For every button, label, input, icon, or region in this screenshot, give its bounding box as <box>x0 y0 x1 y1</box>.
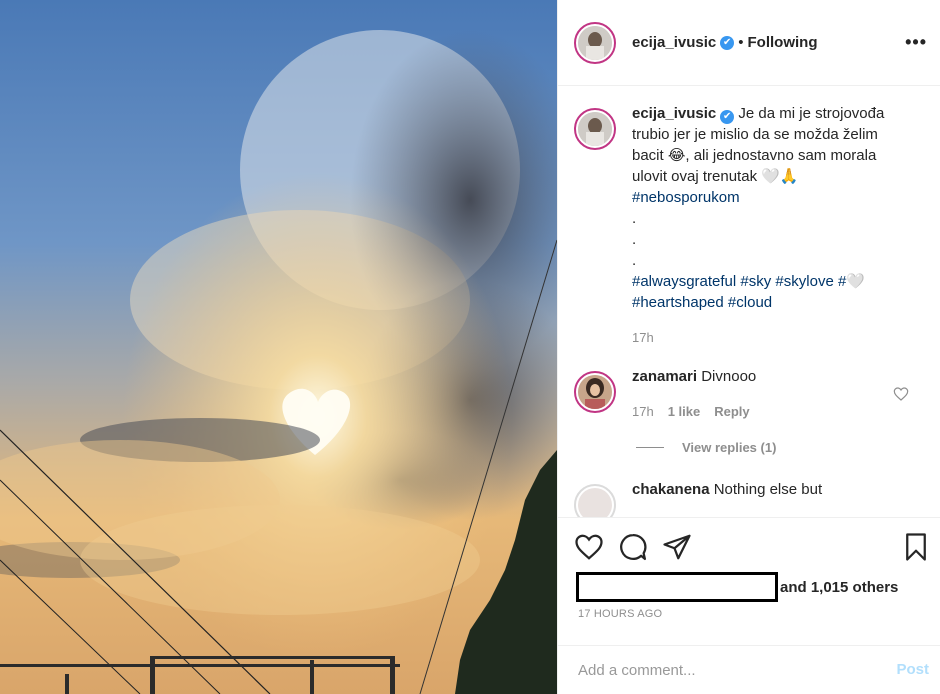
hashtag-link[interactable]: #cloud <box>728 294 772 311</box>
view-replies-button[interactable]: View replies (1) <box>636 440 925 455</box>
action-icons <box>574 532 692 562</box>
replies-divider <box>636 447 664 448</box>
comment-bubble-icon[interactable] <box>618 532 648 562</box>
caption-dot: . <box>632 210 637 227</box>
comments-list[interactable]: ecija_ivusic ✔ Je da mi je strojovođa tru… <box>558 87 940 517</box>
reply-button[interactable]: Reply <box>714 401 749 422</box>
hashtag-link[interactable]: #sky <box>740 273 771 290</box>
author-username[interactable]: ecija_ivusic <box>632 34 716 51</box>
like-heart-icon[interactable] <box>574 532 604 562</box>
redaction-box <box>576 572 778 602</box>
sky-photo <box>0 0 557 694</box>
hashtag-link[interactable]: #skylove <box>775 273 833 290</box>
post-actions: and 1,015 others 17 HOURS AGO <box>558 517 940 645</box>
post-timestamp[interactable]: 17 HOURS AGO <box>578 608 662 620</box>
comment-text: Divnooo <box>701 368 757 385</box>
post-photo[interactable] <box>0 0 557 694</box>
comment-like-heart-icon[interactable] <box>893 386 909 402</box>
save-bookmark-icon[interactable] <box>901 532 931 562</box>
hashtag-link[interactable]: #heartshaped <box>632 294 724 311</box>
caption-meta: 17h <box>632 327 912 348</box>
avatar-image <box>578 112 612 146</box>
commenter-avatar[interactable] <box>574 371 616 413</box>
comment-likes[interactable]: 1 like <box>668 401 701 422</box>
post-header: ecija_ivusic ✔ • Following ••• <box>558 0 940 86</box>
caption-dot: . <box>632 231 637 248</box>
following-button[interactable]: Following <box>748 34 818 51</box>
add-comment-bar: Post <box>558 645 940 694</box>
comment-username[interactable]: zanamari <box>632 368 697 385</box>
hashtag-link[interactable]: #nebosporukom <box>632 189 740 206</box>
comment-row: chakanena Nothing else but <box>574 479 925 517</box>
caption-time[interactable]: 17h <box>632 327 654 348</box>
share-plane-icon[interactable] <box>662 532 692 562</box>
comment-time[interactable]: 17h <box>632 401 654 422</box>
view-replies-label: View replies (1) <box>682 440 777 455</box>
comment-meta: 17h 1 like Reply <box>632 401 912 422</box>
author-avatar[interactable] <box>574 21 616 64</box>
caption-dot: . <box>632 252 637 269</box>
caption-row: ecija_ivusic ✔ Je da mi je strojovođa tru… <box>574 103 925 348</box>
verified-badge-icon: ✔ <box>720 110 735 124</box>
commenter-avatar[interactable] <box>574 484 616 517</box>
avatar-image <box>578 25 612 60</box>
caption-body: ecija_ivusic ✔ Je da mi je strojovođa tru… <box>632 103 912 348</box>
post-comment-button[interactable]: Post <box>896 661 929 678</box>
hashtag-link[interactable]: #🤍 <box>838 273 865 290</box>
avatar-image <box>578 375 612 409</box>
comment-row: zanamari Divnooo 17h 1 like Reply <box>574 366 925 422</box>
comment-input[interactable] <box>578 661 878 679</box>
hashtag-link[interactable]: #alwaysgrateful <box>632 273 736 290</box>
comment-text: Nothing else but <box>713 481 823 498</box>
comment-body: zanamari Divnooo 17h 1 like Reply <box>632 366 912 422</box>
caption-username[interactable]: ecija_ivusic <box>632 105 716 122</box>
comment-username[interactable]: chakanena <box>632 481 710 498</box>
verified-badge-icon: ✔ <box>720 35 735 50</box>
instagram-post-frame: ecija_ivusic ✔ • Following ••• ecija_ivu… <box>0 0 940 694</box>
comment-body: chakanena Nothing else but <box>632 479 912 517</box>
more-options-icon[interactable]: ••• <box>905 32 927 53</box>
likes-count[interactable]: and 1,015 others <box>780 579 898 596</box>
likes-summary[interactable]: and 1,015 others <box>576 572 898 602</box>
caption-avatar[interactable] <box>574 108 616 150</box>
separator-dot: • <box>738 34 744 51</box>
post-side-panel: ecija_ivusic ✔ • Following ••• ecija_ivu… <box>557 0 940 694</box>
